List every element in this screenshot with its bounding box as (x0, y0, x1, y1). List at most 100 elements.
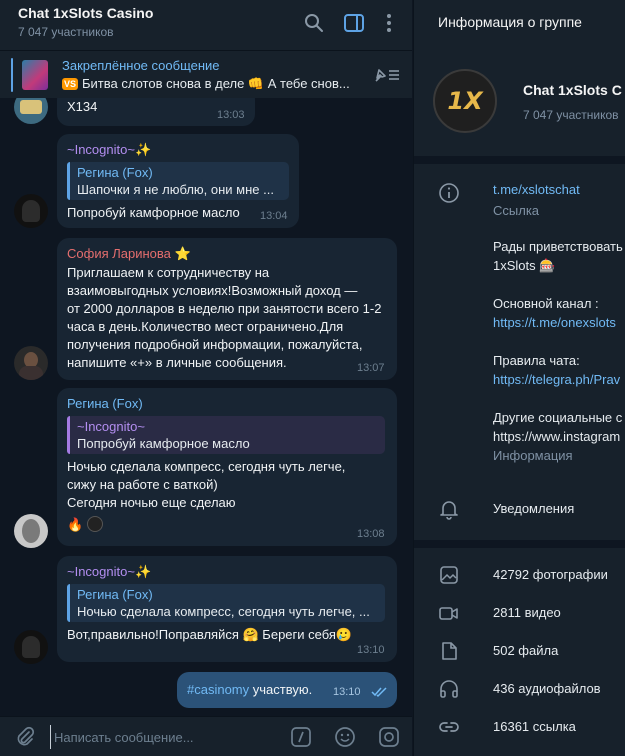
group-name: Chat 1xSlots C (523, 82, 622, 98)
sender-name-text: ~Incognito~ (67, 564, 135, 579)
composer (0, 716, 412, 756)
message-line: Приглашаем к сотрудничеству на (67, 265, 270, 280)
message-time: 13:10 (333, 686, 361, 698)
sender-name[interactable]: Регина (Fox) (67, 396, 143, 411)
desc-link[interactable]: https://t.me/onexslots (493, 313, 623, 332)
message-bubble[interactable]: ~Incognito~✨ Регина (Fox) Шапочки я не л… (57, 134, 299, 228)
chat-title[interactable]: Chat 1xSlots Casino (18, 5, 153, 21)
message-line: напишите «+» в личные сообщения. (67, 355, 287, 370)
avatar[interactable] (14, 514, 48, 548)
chat-member-count: 7 047 участников (18, 25, 114, 39)
info-panel-title: Информация о группе (438, 14, 582, 30)
reply-quote[interactable]: Регина (Fox) Шапочки я не люблю, они мне… (67, 162, 289, 200)
group-link[interactable]: t.me/xslotschat (493, 182, 580, 197)
group-avatar[interactable]: 1X (433, 69, 497, 133)
sender-name[interactable]: ~Incognito~✨ (67, 564, 151, 580)
media-label: 2811 видео (493, 605, 561, 620)
avatar[interactable] (14, 630, 48, 664)
desc-label: Информация (493, 448, 573, 463)
sender-name[interactable]: ~Incognito~✨ (67, 142, 151, 158)
reply-bar (67, 416, 70, 454)
fire-reaction-icon: 🔥 (67, 517, 84, 532)
video-icon (439, 607, 458, 620)
pinned-message[interactable]: Закреплённое сообщение VS Битва слотов сн… (0, 50, 412, 98)
message-bubble[interactable]: София Ларинова ⭐ Приглашаем к сотрудниче… (57, 238, 397, 380)
message-time: 13:04 (260, 210, 288, 222)
desc-line: Рады приветствовать (493, 239, 623, 254)
group-avatar-logo: 1X (447, 87, 483, 115)
pinned-indicator-bar (11, 58, 13, 92)
message-line: от 2000 долларов в неделю при занятости … (67, 301, 382, 316)
notifications-row[interactable]: Уведомления (414, 490, 625, 528)
media-row-links[interactable]: 16361 ссылка (414, 708, 625, 746)
attach-icon[interactable] (14, 726, 36, 748)
chat-pane: Chat 1xSlots Casino 7 047 участников Зак… (0, 0, 412, 756)
sender-emoji: ⭐ (174, 246, 191, 261)
media-row-audio[interactable]: 436 аудиофайлов (414, 670, 625, 708)
desc-spacer (493, 275, 623, 294)
message-list[interactable]: X134 13:03 ~Incognito~✨ Регина (Fox) Шап… (0, 98, 412, 716)
reply-quote[interactable]: Регина (Fox) Ночью сделала компресс, сег… (67, 584, 385, 622)
desc-link[interactable]: https://telegra.ph/Prav (493, 370, 623, 389)
file-icon (442, 642, 457, 660)
message-input[interactable] (50, 725, 280, 749)
reply-quote[interactable]: ~Incognito~ Попробуй камфорное масло (67, 416, 385, 454)
desc-line: Правила чата: (493, 353, 580, 368)
pin-list-icon[interactable] (372, 65, 402, 85)
media-row-files[interactable]: 502 файла (414, 632, 625, 670)
camera-icon[interactable] (378, 726, 400, 748)
pinned-thumbnail (22, 60, 48, 90)
media-row-videos[interactable]: 2811 видео (414, 594, 625, 632)
reaction-avatar (87, 516, 104, 532)
reply-sender: Регина (Fox) (77, 165, 153, 180)
divider (414, 540, 625, 548)
emoji-icon[interactable] (334, 726, 356, 748)
message-time: 13:07 (357, 362, 385, 374)
message-bubble[interactable]: Регина (Fox) ~Incognito~ Попробуй камфор… (57, 388, 397, 546)
more-menu-icon[interactable] (378, 12, 400, 34)
chat-header[interactable]: Chat 1xSlots Casino 7 047 участников (0, 0, 412, 50)
divider (414, 156, 625, 164)
vs-badge: VS (62, 78, 79, 90)
message-text: X134 (67, 99, 98, 114)
media-label: 436 аудиофайлов (493, 681, 601, 696)
reply-bar (67, 584, 70, 622)
message-time: 13:10 (357, 644, 385, 656)
group-info-pane: Информация о группе 1X Chat 1xSlots C 7 … (413, 0, 625, 756)
pinned-label: Закреплённое сообщение (62, 58, 220, 73)
avatar[interactable] (14, 346, 48, 380)
group-description: Рады приветствовать 1xSlots 🎰 Основной к… (493, 237, 623, 465)
sender-emoji: ✨ (134, 142, 152, 157)
message-bubble[interactable]: ~Incognito~✨ Регина (Fox) Ночью сделала … (57, 556, 397, 662)
search-icon[interactable] (303, 12, 325, 34)
command-icon[interactable] (290, 726, 312, 748)
sidebar-toggle-icon[interactable] (343, 12, 365, 34)
message-line: Сегодня ночью еще сделаю (67, 495, 236, 510)
message-line: часа в день.Количество мест ограничено.Д… (67, 319, 344, 334)
group-member-count: 7 047 участников (523, 108, 619, 122)
message-text: #casinomy участвую. (187, 681, 312, 699)
avatar[interactable] (14, 98, 48, 124)
message-text: Ночью сделала компресс, сегодня чуть лег… (67, 458, 392, 512)
sender-emoji: ✨ (134, 564, 152, 579)
message-time: 13:03 (217, 109, 245, 121)
pinned-text-body: Битва слотов снова в деле 👊 А тебе снов.… (82, 76, 350, 91)
avatar[interactable] (14, 194, 48, 228)
message-bubble[interactable]: X134 13:03 (57, 98, 255, 126)
reply-sender: Регина (Fox) (77, 587, 153, 602)
desc-line: Основной канал : (493, 296, 599, 311)
desc-spacer (493, 389, 623, 408)
reaction-chip[interactable]: 🔥 (67, 516, 104, 533)
desc-line: 1xSlots 🎰 (493, 258, 556, 273)
outgoing-message-bubble[interactable]: #casinomy участвую. 13:10 (177, 672, 397, 708)
reply-bar (67, 162, 70, 200)
group-link-label: Ссылка (493, 203, 540, 218)
pinned-text: VS Битва слотов снова в деле 👊 А тебе сно… (62, 76, 362, 92)
reply-text: Ночью сделала компресс, сегодня чуть лег… (77, 604, 370, 619)
reply-text: Попробуй камфорное масло (77, 436, 250, 451)
sender-name-text: София Ларинова (67, 246, 171, 261)
message-text: Попробуй камфорное масло (67, 205, 240, 220)
sender-name[interactable]: София Ларинова ⭐ (67, 246, 191, 262)
hashtag-link[interactable]: #casinomy (187, 682, 249, 697)
media-row-photos[interactable]: 42792 фотографии (414, 556, 625, 594)
